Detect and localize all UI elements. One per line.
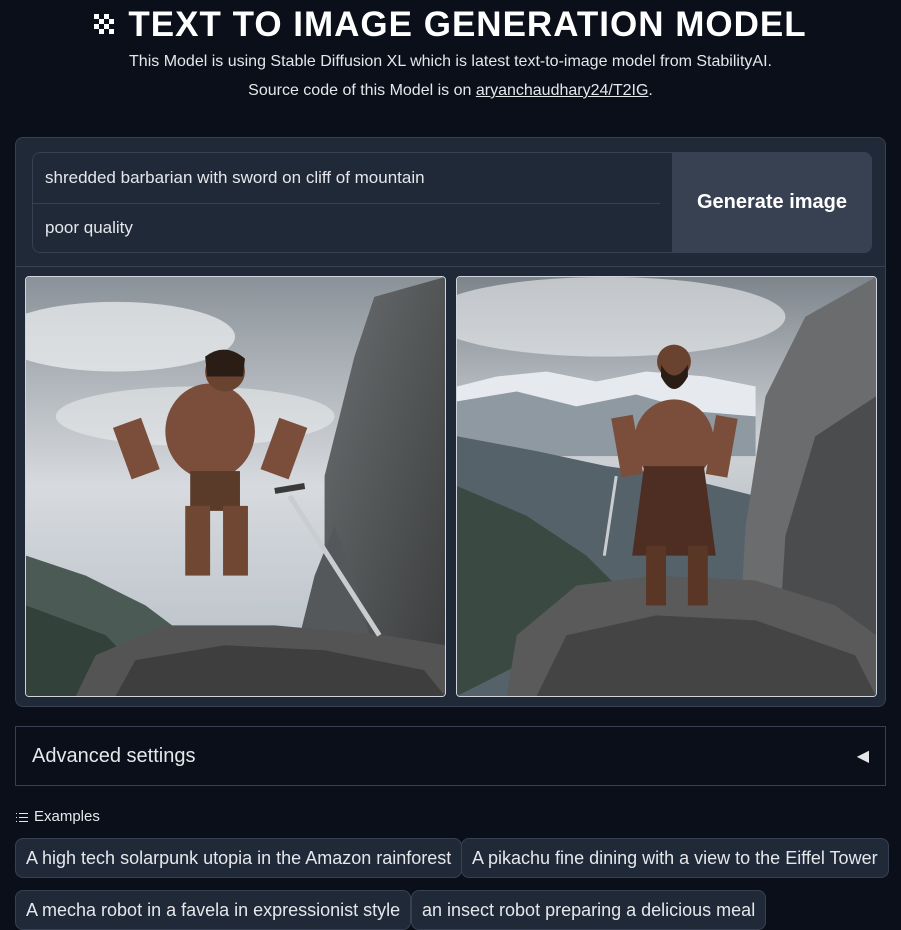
pixel-logo-icon bbox=[94, 14, 116, 36]
examples-label: Examples bbox=[34, 808, 100, 825]
advanced-settings-label: Advanced settings bbox=[32, 744, 196, 767]
prompt-inputs bbox=[32, 152, 672, 253]
prompt-row: Generate image bbox=[32, 152, 872, 253]
image-gallery bbox=[25, 276, 878, 699]
generated-image-1[interactable] bbox=[25, 276, 446, 697]
example-button[interactable]: A mecha robot in a favela in expressioni… bbox=[15, 890, 412, 930]
generate-image-button[interactable]: Generate image bbox=[672, 152, 872, 253]
title-text: TEXT TO IMAGE GENERATION MODEL bbox=[128, 5, 807, 44]
list-icon bbox=[16, 812, 28, 822]
example-button[interactable]: A pikachu fine dining with a view to the… bbox=[461, 838, 889, 878]
header: TEXT TO IMAGE GENERATION MODEL This Mode… bbox=[0, 0, 901, 101]
barbarian-image-2 bbox=[457, 277, 876, 696]
gallery-separator bbox=[16, 266, 885, 267]
examples-heading: Examples bbox=[16, 808, 100, 825]
collapse-arrow-icon[interactable]: ◀ bbox=[857, 746, 869, 766]
source-suffix: . bbox=[648, 82, 653, 99]
example-button[interactable]: an insect robot preparing a delicious me… bbox=[411, 890, 767, 930]
generator-panel: Generate image bbox=[15, 137, 886, 707]
page-title: TEXT TO IMAGE GENERATION MODEL bbox=[0, 6, 901, 44]
source-link[interactable]: aryanchaudhary24/T2IG bbox=[476, 82, 649, 99]
advanced-settings-accordion[interactable]: Advanced settings ◀ bbox=[15, 726, 886, 786]
subtitle: This Model is using Stable Diffusion XL … bbox=[129, 53, 772, 70]
example-button[interactable]: A high tech solarpunk utopia in the Amaz… bbox=[15, 838, 463, 878]
prompt-input[interactable] bbox=[45, 153, 660, 203]
source-line: Source code of this Model is on aryancha… bbox=[0, 81, 901, 101]
source-prefix: Source code of this Model is on bbox=[248, 82, 476, 99]
negative-prompt-input[interactable] bbox=[45, 203, 660, 253]
barbarian-image-1 bbox=[26, 277, 445, 696]
generated-image-2[interactable] bbox=[456, 276, 877, 697]
